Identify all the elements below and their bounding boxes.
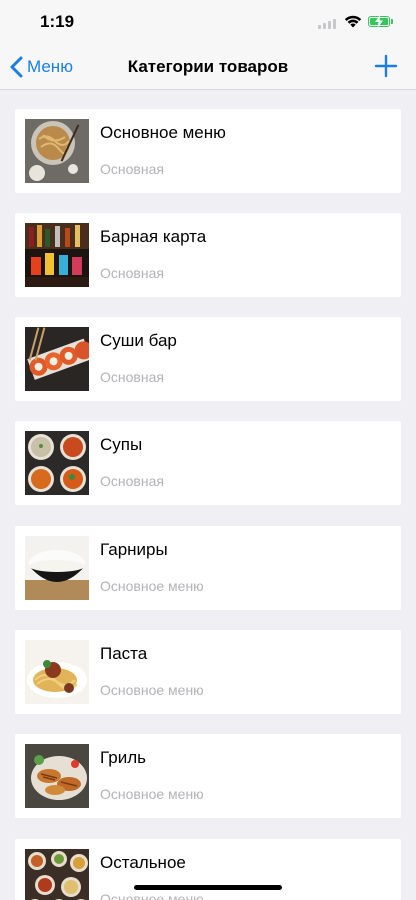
grill-image xyxy=(25,744,89,808)
wifi-icon xyxy=(344,15,362,28)
category-subtitle: Основное меню xyxy=(100,786,204,802)
category-title: Паста xyxy=(100,644,148,663)
category-title: Барная карта xyxy=(100,227,207,246)
home-indicator[interactable] xyxy=(134,885,282,890)
cellular-signal-icon xyxy=(318,19,340,29)
status-bar: 1:19 xyxy=(0,0,416,44)
charging-bolt-icon xyxy=(375,15,383,28)
category-subtitle: Основная xyxy=(100,265,164,281)
assorted-dishes-image xyxy=(25,849,89,900)
soups-image xyxy=(25,431,89,495)
page-title: Категории товаров xyxy=(127,57,289,76)
rice-bowl-image xyxy=(25,536,89,600)
category-subtitle: Основная xyxy=(100,161,164,177)
sushi-image xyxy=(25,327,89,391)
category-item[interactable]: Гарниры Основное меню xyxy=(15,526,401,610)
category-item[interactable]: Супы Основная xyxy=(15,421,401,505)
category-item[interactable]: Паста Основное меню xyxy=(15,630,401,714)
pasta-image xyxy=(25,640,89,704)
category-title: Супы xyxy=(100,435,143,454)
category-subtitle: Основное меню xyxy=(100,578,204,594)
category-subtitle: Основное меню xyxy=(100,682,204,698)
category-title: Основное меню xyxy=(100,123,226,142)
category-title: Гарниры xyxy=(100,540,168,559)
category-title: Остальное xyxy=(100,853,186,872)
category-subtitle: Основная xyxy=(100,473,164,489)
category-item[interactable]: Остальное Основное меню xyxy=(15,839,401,900)
plus-icon[interactable] xyxy=(374,54,398,78)
category-subtitle: Основная xyxy=(100,369,164,385)
noodles-image xyxy=(25,119,89,183)
category-item[interactable]: Основное меню Основная xyxy=(15,109,401,193)
category-item[interactable]: Гриль Основное меню xyxy=(15,734,401,818)
bar-bottles-image xyxy=(25,223,89,287)
category-title: Гриль xyxy=(100,748,146,767)
screen: 1:19 Меню Категории товаров Основное мен… xyxy=(0,0,416,900)
category-item[interactable]: Суши бар Основная xyxy=(15,317,401,401)
category-item[interactable]: Барная карта Основная xyxy=(15,213,401,297)
category-title: Суши бар xyxy=(100,331,177,350)
category-subtitle: Основное меню xyxy=(100,891,204,900)
battery-tip xyxy=(391,19,393,24)
navigation-bar: Меню Категории товаров xyxy=(0,44,416,90)
status-time: 1:19 xyxy=(40,12,75,31)
